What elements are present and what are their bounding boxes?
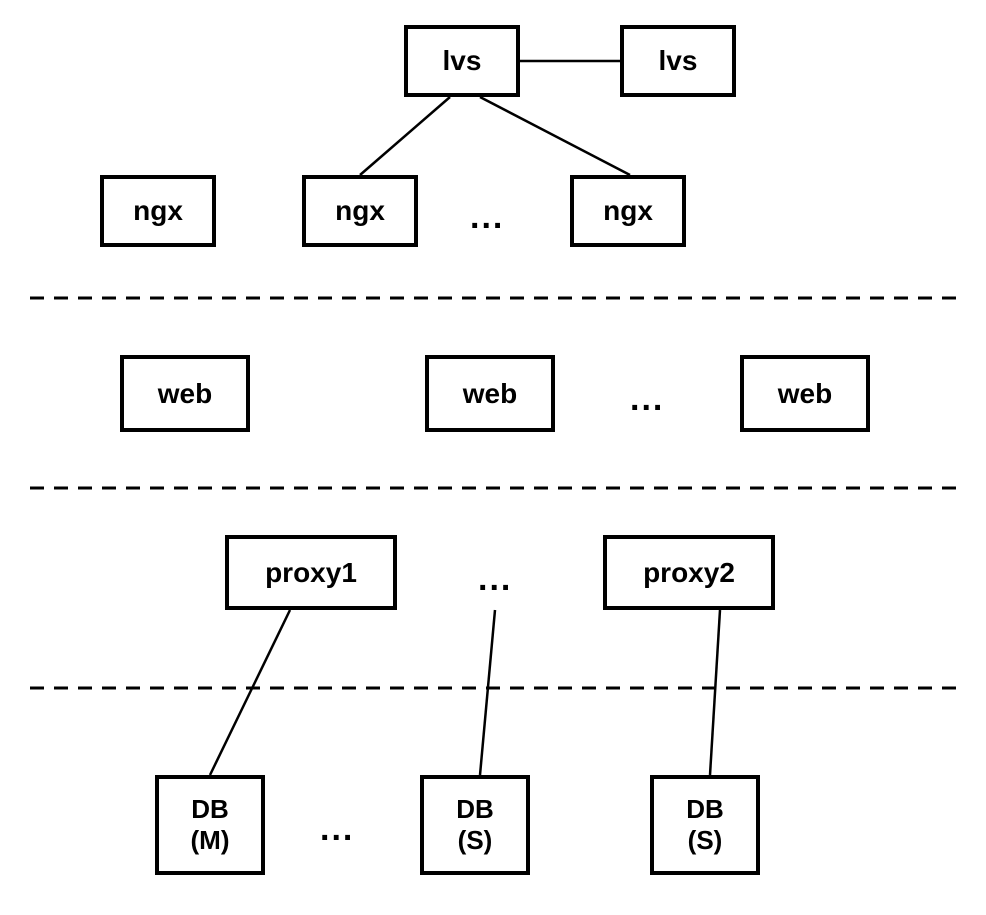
node-label: lvs <box>443 44 482 78</box>
node-ngx-1: ngx <box>100 175 216 247</box>
ellipsis-ngx: ... <box>470 198 504 237</box>
node-proxy-1: proxy1 <box>225 535 397 610</box>
node-db-slave-2: DB (S) <box>650 775 760 875</box>
node-label: DB (S) <box>456 794 494 856</box>
node-label: lvs <box>659 44 698 78</box>
node-ngx-3: ngx <box>570 175 686 247</box>
ellipsis-db: ... <box>320 810 354 849</box>
node-db-master: DB (M) <box>155 775 265 875</box>
node-label: DB (M) <box>191 794 230 856</box>
node-label: web <box>778 377 832 411</box>
node-label: web <box>158 377 212 411</box>
node-web-1: web <box>120 355 250 432</box>
node-label: ngx <box>335 194 385 228</box>
node-label: web <box>463 377 517 411</box>
node-web-3: web <box>740 355 870 432</box>
node-label: ngx <box>133 194 183 228</box>
node-web-2: web <box>425 355 555 432</box>
node-lvs-1: lvs <box>404 25 520 97</box>
node-ngx-2: ngx <box>302 175 418 247</box>
node-label: ngx <box>603 194 653 228</box>
node-db-slave-1: DB (S) <box>420 775 530 875</box>
node-lvs-2: lvs <box>620 25 736 97</box>
node-proxy-2: proxy2 <box>603 535 775 610</box>
ellipsis-web: ... <box>630 380 664 419</box>
node-label: DB (S) <box>686 794 724 856</box>
node-label: proxy2 <box>643 556 735 590</box>
ellipsis-proxy: ... <box>478 560 512 599</box>
node-label: proxy1 <box>265 556 357 590</box>
